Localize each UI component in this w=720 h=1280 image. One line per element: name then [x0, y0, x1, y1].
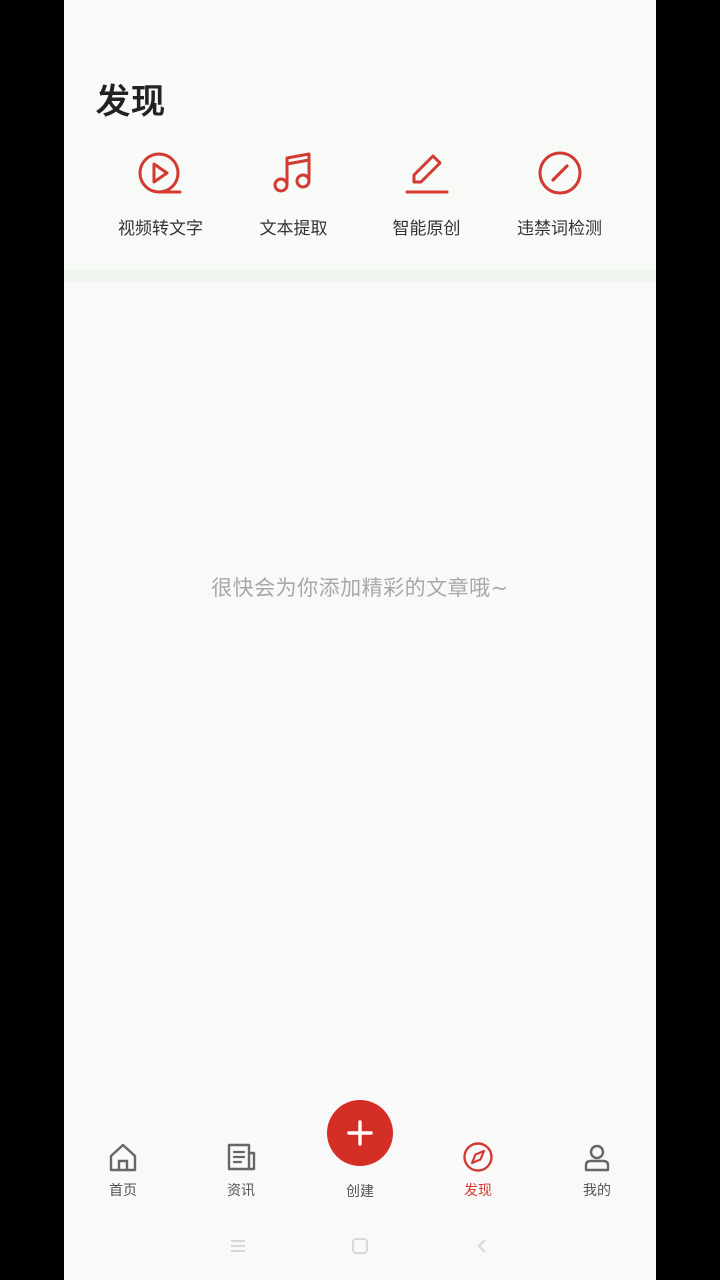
back-icon[interactable]: [472, 1236, 492, 1256]
tool-label: 违禁词检测: [517, 219, 602, 239]
tab-home[interactable]: 首页: [83, 1140, 163, 1200]
empty-state-message: 很快会为你添加精彩的文章哦~: [211, 576, 509, 600]
system-navigation-bar: [64, 1228, 656, 1262]
create-label: 创建: [346, 1184, 374, 1200]
music-note-icon: [269, 148, 319, 198]
page-title: 发现: [96, 82, 166, 122]
forbidden-icon: [535, 148, 585, 198]
tab-label: 发现: [464, 1183, 492, 1199]
tab-label: 我的: [583, 1183, 611, 1199]
tool-label: 文本提取: [259, 219, 328, 239]
tab-news[interactable]: 资讯: [201, 1140, 281, 1200]
tab-discover[interactable]: 发现: [438, 1140, 518, 1200]
tool-video-to-text[interactable]: 视频转文字: [94, 148, 227, 248]
tool-label: 智能原创: [392, 219, 461, 239]
home-square-icon[interactable]: [350, 1236, 370, 1256]
plus-icon: [347, 1120, 373, 1146]
tool-banned-word-check[interactable]: 违禁词检测: [493, 148, 626, 248]
tab-label: 首页: [109, 1183, 137, 1199]
home-icon: [106, 1140, 140, 1174]
compass-icon: [461, 1140, 495, 1174]
tool-label: 视频转文字: [118, 219, 203, 239]
tool-smart-original[interactable]: 智能原创: [360, 148, 493, 248]
header: 发现 视频转文字 文本提取 智能原创 违禁词检测: [64, 0, 656, 270]
tool-grid: 视频转文字 文本提取 智能原创 违禁词检测: [94, 148, 626, 248]
tab-label: 资讯: [227, 1183, 255, 1199]
bottom-tab-bar: 首页 资讯 创建 发现 我的: [64, 1100, 656, 1210]
newspaper-icon: [224, 1140, 258, 1174]
app-screen: 发现 视频转文字 文本提取 智能原创 违禁词检测 很快会为你添加精彩的文章哦~ …: [64, 0, 656, 1280]
pen-icon: [402, 148, 452, 198]
tool-text-extract[interactable]: 文本提取: [227, 148, 360, 248]
user-icon: [580, 1140, 614, 1174]
tab-mine[interactable]: 我的: [557, 1140, 637, 1200]
menu-icon[interactable]: [228, 1236, 248, 1256]
play-circle-icon: [136, 148, 186, 198]
header-divider: [64, 270, 656, 282]
create-button[interactable]: [327, 1100, 393, 1166]
